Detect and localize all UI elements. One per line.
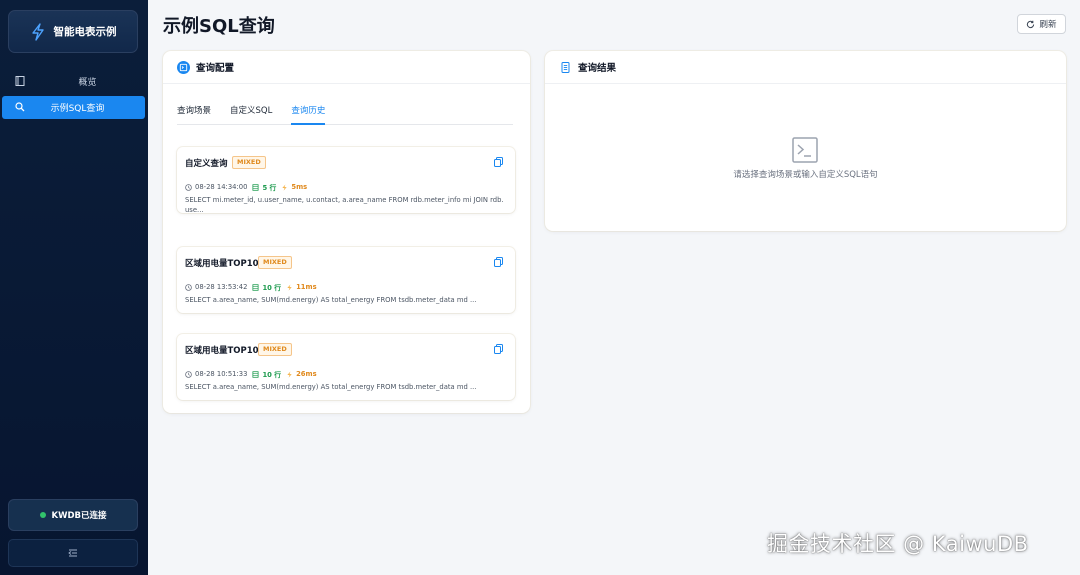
- history-time: 08-28 10:51:33: [195, 370, 248, 378]
- history-rows: 5 行: [262, 184, 277, 192]
- sidebar-item-label: 概览: [78, 78, 97, 88]
- sidebar-item-label: 示例SQL查询: [50, 104, 105, 114]
- sidebar-item-overview[interactable]: 概览: [2, 70, 145, 93]
- menu-fold-icon: [68, 549, 77, 557]
- history-sql: SELECT a.area_name, SUM(md.energy) AS to…: [185, 383, 477, 391]
- empty-state-text: 请选择查询场景或输入自定义SQL语句: [733, 170, 878, 180]
- sidebar: 智能电表示例 概览 示例SQL查询 KWDB已连接: [0, 0, 148, 575]
- history-title: 区域用电量TOP10: [185, 346, 259, 356]
- history-time: 08-28 13:53:42: [195, 283, 248, 291]
- watermark: 掘金技术社区 @ KaiwuDB: [767, 532, 1029, 556]
- tab-custom-sql[interactable]: 自定义SQL: [230, 100, 272, 125]
- clock-icon: [185, 370, 192, 378]
- lightning-icon: [287, 283, 292, 291]
- history-duration: 11ms: [296, 283, 317, 291]
- terminal-icon: [792, 137, 818, 163]
- status-dot-icon: [39, 512, 46, 518]
- mode-badge: MIXED: [232, 156, 266, 169]
- history-rows: 10 行: [262, 284, 282, 292]
- lightning-icon: [287, 370, 292, 378]
- connection-status-label: KWDB已连接: [51, 511, 107, 521]
- history-item[interactable]: 区域用电量TOP10 MIXED 08-28 10:51:33 10 行 26m…: [177, 334, 515, 400]
- query-config-card: 查询配置 查询场景 自定义SQL 查询历史 自定义查询 MIXED 08-28 …: [163, 51, 530, 413]
- clock-icon: [185, 183, 192, 191]
- refresh-label: 刷新: [1039, 20, 1057, 30]
- query-result-card: 查询结果 请选择查询场景或输入自定义SQL语句: [545, 51, 1066, 231]
- card-header: 查询配置: [163, 51, 530, 84]
- page-title: 示例SQL查询: [163, 16, 275, 37]
- tab-history[interactable]: 查询历史: [291, 100, 326, 125]
- history-item[interactable]: 自定义查询 MIXED 08-28 14:34:00 5 行 5ms SELEC…: [177, 147, 515, 214]
- tab-scenarios[interactable]: 查询场景: [177, 100, 211, 125]
- card-title: 查询结果: [578, 63, 617, 74]
- card-title: 查询配置: [196, 63, 235, 74]
- history-rows: 10 行: [262, 371, 282, 379]
- table-icon: [252, 370, 259, 378]
- app-name: 智能电表示例: [53, 26, 117, 38]
- table-icon: [252, 183, 259, 191]
- query-tabs: 查询场景 自定义SQL 查询历史: [177, 100, 513, 125]
- copy-icon[interactable]: [494, 344, 503, 354]
- history-title: 自定义查询: [185, 159, 228, 169]
- lightning-icon: [282, 183, 288, 191]
- history-item[interactable]: 区域用电量TOP10 MIXED 08-28 13:53:42 10 行 11m…: [177, 247, 515, 313]
- refresh-button[interactable]: 刷新: [1017, 14, 1066, 34]
- mode-badge: MIXED: [258, 256, 292, 269]
- card-header: 查询结果: [545, 51, 1066, 84]
- history-duration: 26ms: [296, 370, 317, 378]
- sidebar-item-sql-query[interactable]: 示例SQL查询: [2, 96, 145, 119]
- app-logo[interactable]: 智能电表示例: [8, 10, 138, 53]
- copy-icon[interactable]: [494, 157, 503, 167]
- document-icon: [561, 61, 570, 73]
- history-title: 区域用电量TOP10: [185, 259, 259, 269]
- history-meta: 08-28 13:53:42 10 行 11ms: [185, 282, 317, 292]
- history-duration: 5ms: [291, 183, 308, 191]
- history-time: 08-28 14:34:00: [195, 183, 248, 191]
- copy-icon[interactable]: [494, 257, 503, 267]
- history-sql: SELECT mi.meter_id, u.user_name, u.conta…: [185, 196, 504, 214]
- history-sql: SELECT a.area_name, SUM(md.energy) AS to…: [185, 296, 477, 304]
- collapse-sidebar-button[interactable]: [8, 539, 138, 567]
- table-icon: [252, 283, 259, 291]
- lightning-icon: [31, 22, 44, 41]
- history-meta: 08-28 10:51:33 10 行 26ms: [185, 369, 317, 379]
- refresh-icon: [1027, 20, 1035, 28]
- code-icon: [177, 60, 190, 74]
- connection-status: KWDB已连接: [8, 499, 138, 531]
- history-meta: 08-28 14:34:00 5 行 5ms: [185, 182, 307, 192]
- clock-icon: [185, 283, 192, 291]
- mode-badge: MIXED: [258, 343, 292, 356]
